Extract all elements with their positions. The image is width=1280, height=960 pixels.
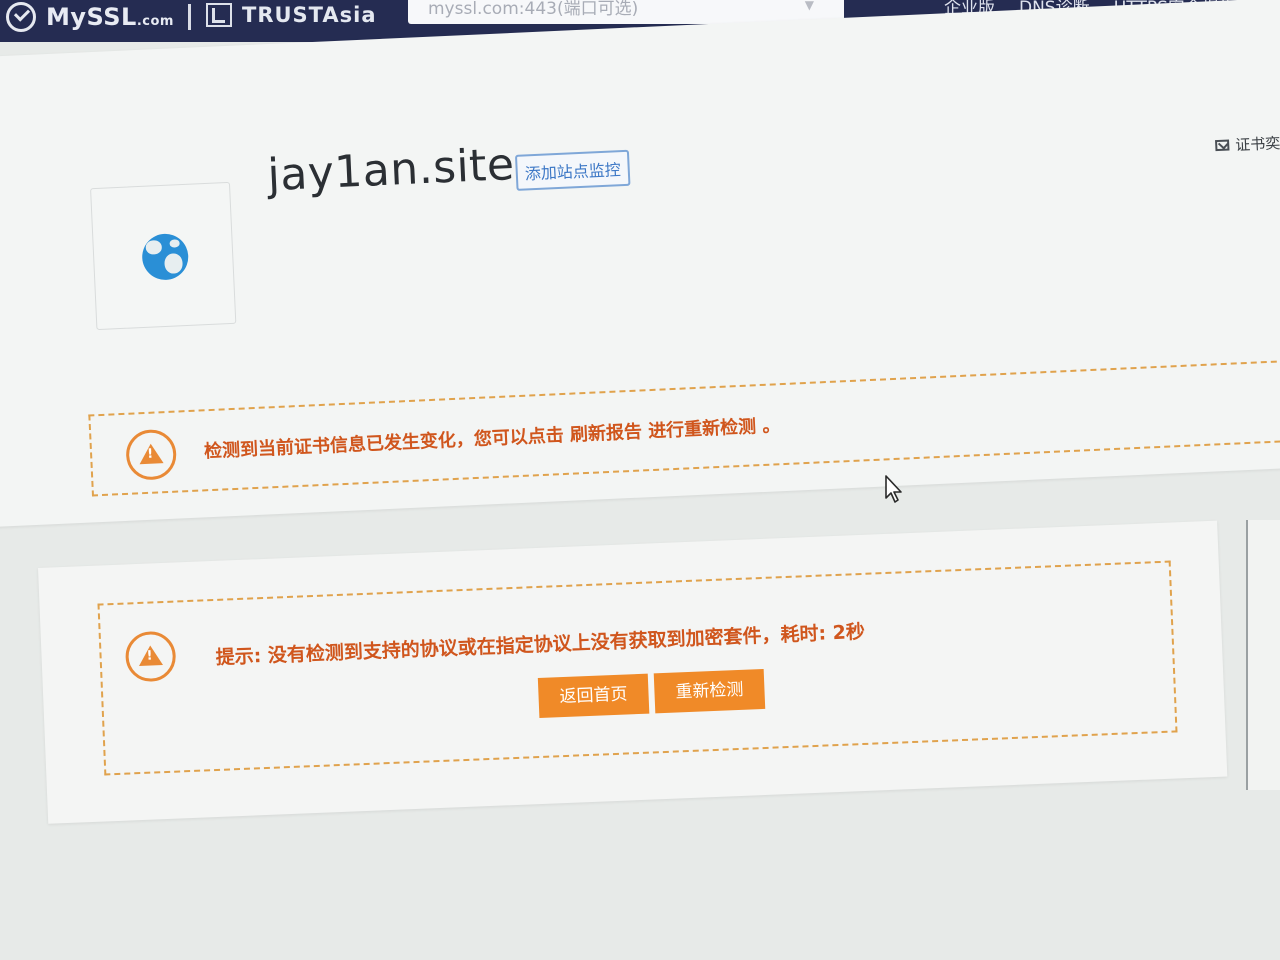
logo-divider — [188, 4, 191, 30]
dropdown-arrow-icon[interactable]: ▼ — [805, 0, 814, 12]
scan-hint-alert: 提示: 没有检测到支持的协议或在指定协议上没有获取到加密套件，耗时: 2秒 返回… — [97, 560, 1178, 776]
cert-changed-message[interactable]: 检测到当前证书信息已发生变化，您可以点击 刷新报告 进行重新检测 。 — [203, 411, 781, 463]
home-button[interactable]: 返回首页 — [537, 673, 650, 718]
add-monitor-button[interactable]: 添加站点监控 — [514, 149, 631, 191]
cert-link[interactable]: 证书奕 — [1215, 132, 1280, 156]
myssl-logo[interactable]: MySSL.com — [6, 0, 174, 34]
url-input-text: myssl.com:443(端口可选) — [428, 0, 639, 19]
myssl-logo-icon — [6, 2, 36, 32]
partner-logo[interactable]: TRUSTAsia — [206, 0, 377, 30]
retest-button[interactable]: 重新检测 — [653, 668, 766, 714]
side-panel — [1246, 520, 1280, 790]
site-domain: jay1an.site — [266, 138, 516, 202]
logo-text: MySSL.com — [46, 3, 174, 31]
site-icon-box — [90, 181, 237, 331]
partner-text: TRUSTAsia — [242, 3, 377, 27]
trustasia-logo-icon — [206, 3, 232, 27]
scan-hint-message: 提示: 没有检测到支持的协议或在指定协议上没有获取到加密套件，耗时: 2秒 — [215, 620, 866, 669]
mouse-cursor-icon — [885, 475, 902, 503]
mail-icon — [1215, 139, 1230, 152]
globe-icon — [141, 232, 190, 281]
scan-result-card: 提示: 没有检测到支持的协议或在指定协议上没有获取到加密套件，耗时: 2秒 返回… — [38, 520, 1228, 824]
cert-link-label: 证书奕 — [1234, 134, 1280, 155]
site-summary-card: jay1an.site 添加站点监控 证书奕 检测到当前证书信息已发生变化，您可… — [0, 0, 1280, 528]
warning-icon — [125, 428, 178, 481]
cert-changed-alert: 检测到当前证书信息已发生变化，您可以点击 刷新报告 进行重新检测 。 — [88, 355, 1280, 497]
warning-icon — [124, 630, 177, 683]
